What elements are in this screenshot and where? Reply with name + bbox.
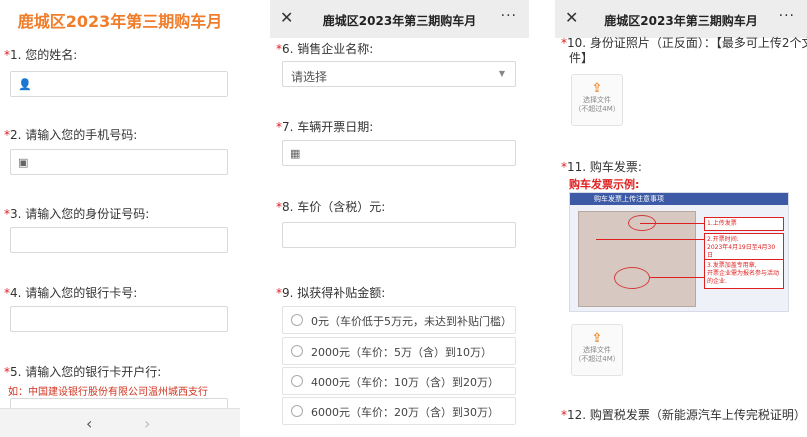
form-panel-2: ✕ 鹿城区2023年第三期购车月 ··· *6. 销售企业名称: 请选择 ▼ *… <box>270 0 529 437</box>
invoice-note-3: 3.发票加盖专用章, 开票企业需为报名参与活动的企业. <box>704 259 784 289</box>
back-icon[interactable]: ‹ <box>86 414 92 433</box>
question-car-price: *8. 车价（含税）元: <box>276 200 386 214</box>
subsidy-option-2000[interactable]: 2000元（车价：5万（含）到10万） <box>282 337 516 365</box>
invoice-note-1: 1.上传发票 <box>704 217 784 231</box>
question-purchase-tax: *12. 购置税发票（新能源汽车上传完税证明）: <box>561 408 807 422</box>
invoice-sample-header: 购车发票上传注意事项 <box>570 193 788 205</box>
question-invoice-date: *7. 车辆开票日期: <box>276 120 374 134</box>
user-icon: 👤 <box>18 78 32 91</box>
question-invoice: *11. 购车发票: <box>561 160 642 174</box>
top-bar: ✕ 鹿城区2023年第三期购车月 ··· <box>270 0 529 38</box>
top-bar: ✕ 鹿城区2023年第三期购车月 ··· <box>555 0 807 38</box>
radio-icon <box>291 405 303 417</box>
invoice-sample-title: 购车发票示例: <box>569 178 640 191</box>
page-title: 鹿城区2023年第三期购车月 <box>322 14 477 28</box>
invoice-sample-image: 购车发票上传注意事项 1.上传发票 2.开票时间: 2023年4月19日至4月3… <box>569 192 789 312</box>
more-icon[interactable]: ··· <box>501 8 517 24</box>
question-name: *1. 您的姓名: <box>4 48 78 62</box>
invoice-upload[interactable]: ⇪ 选择文件 （不超过4M） <box>571 324 623 376</box>
form-title: 鹿城区2023年第三期购车月 <box>17 12 223 31</box>
name-input[interactable]: 👤 <box>10 71 228 97</box>
question-dealer: *6. 销售企业名称: <box>276 42 374 56</box>
form-panel-3: ✕ 鹿城区2023年第三期购车月 ··· *10. 身份证照片（正反面）：【最多… <box>555 0 807 437</box>
radio-icon <box>291 314 303 326</box>
phone-icon: ▣ <box>18 156 29 169</box>
question-bank-card: *4. 请输入您的银行卡号: <box>4 286 138 300</box>
more-icon[interactable]: ··· <box>779 8 795 24</box>
subsidy-option-4000[interactable]: 4000元（车价：10万（含）到20万） <box>282 367 516 395</box>
annotation-line <box>640 223 704 224</box>
upload-icon: ⇪ <box>591 331 603 346</box>
calendar-icon: ▦ <box>290 147 301 160</box>
upload-icon: ⇪ <box>591 81 603 96</box>
annotation-line <box>596 239 704 240</box>
form-panel-1: 鹿城区2023年第三期购车月 *1. 您的姓名: 👤 *2. 请输入您的手机号码… <box>0 0 240 437</box>
bank-branch-hint: 如：中国建设银行股份有限公司温州城西支行 <box>8 387 208 398</box>
invoice-stamp <box>614 267 650 289</box>
id-photo-upload[interactable]: ⇪ 选择文件 （不超过4M） <box>571 74 623 126</box>
page-title: 鹿城区2023年第三期购车月 <box>604 14 758 28</box>
radio-icon <box>291 375 303 387</box>
phone-input[interactable]: ▣ <box>10 149 228 175</box>
dealer-select[interactable]: 请选择 ▼ <box>282 61 516 87</box>
question-id-photo: *10. 身份证照片（正反面）：【最多可上传2个文 <box>561 36 807 50</box>
radio-icon <box>291 345 303 357</box>
question-subsidy: *9. 拟获得补贴金额: <box>276 286 386 300</box>
question-phone: *2. 请输入您的手机号码: <box>4 128 138 142</box>
annotation-line <box>650 277 704 278</box>
subsidy-option-0[interactable]: 0元（车价低于5万元，未达到补贴门槛） <box>282 306 516 334</box>
car-price-input[interactable] <box>282 222 516 248</box>
chevron-down-icon: ▼ <box>498 69 505 78</box>
bottom-nav: ‹ › <box>0 408 240 437</box>
forward-icon[interactable]: › <box>144 414 150 433</box>
invoice-date-input[interactable]: ▦ <box>282 140 516 166</box>
question-id-photo-cont: 件】 <box>569 51 594 65</box>
subsidy-option-6000[interactable]: 6000元（车价：20万（含）到30万） <box>282 397 516 425</box>
bank-card-input[interactable] <box>10 306 228 332</box>
id-number-input[interactable] <box>10 227 228 253</box>
question-id-number: *3. 请输入您的身份证号码: <box>4 207 150 221</box>
question-bank-branch: *5. 请输入您的银行卡开户行: <box>4 365 162 379</box>
